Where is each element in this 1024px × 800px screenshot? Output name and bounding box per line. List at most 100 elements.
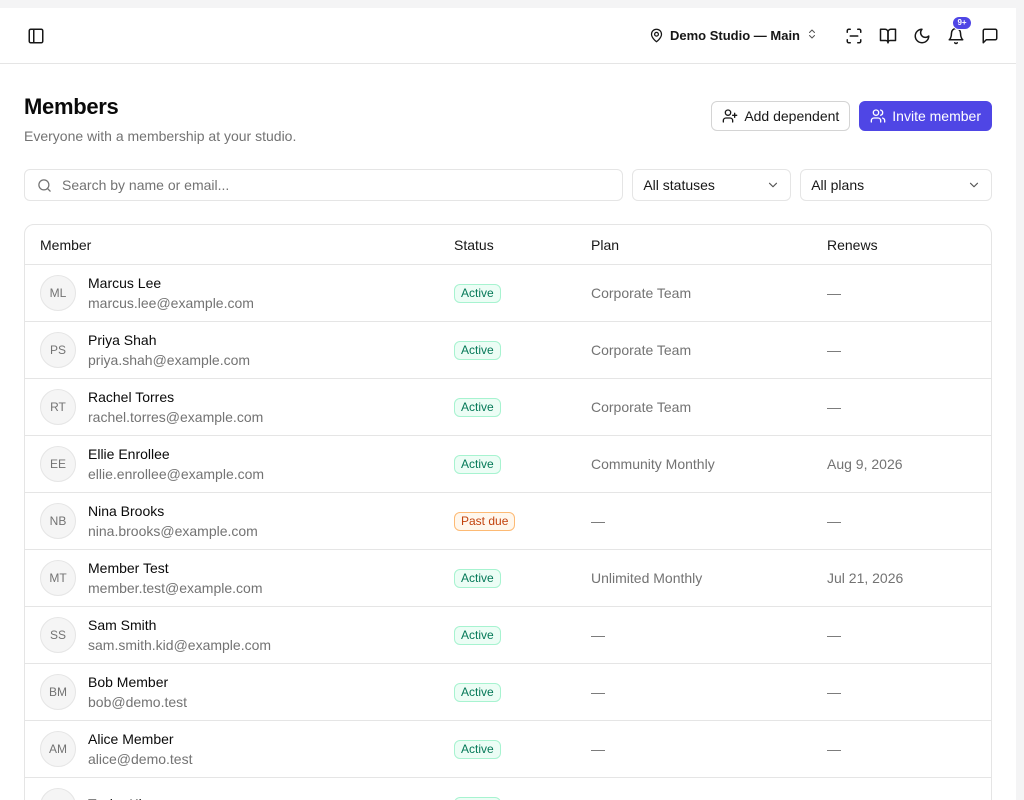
table-row[interactable]: RT Rachel Torres rachel.torres@example.c… [25,379,991,436]
renews-cell: — [827,342,841,358]
map-pin-icon [650,28,663,43]
search-box [24,169,624,201]
column-header-plan[interactable]: Plan [591,237,827,253]
search-icon [38,178,51,192]
renews-cell: — [827,627,841,643]
status-filter-select[interactable]: All statuses [632,169,792,201]
member-email: priya.shah@example.com [88,352,251,368]
studio-switcher[interactable]: Demo Studio — Main [649,28,818,43]
member-email: marcus.lee@example.com [88,295,254,311]
column-header-renews[interactable]: Renews [827,237,991,253]
member-info: Marcus Lee marcus.lee@example.com [88,275,254,311]
member-name: Rachel Torres [88,389,175,405]
scan-icon [846,28,862,43]
member-info: Bob Member bob@demo.test [88,674,187,710]
search-input[interactable] [62,177,611,193]
renews-cell: — [827,741,841,757]
table-row[interactable]: EE Ellie Enrollee ellie.enrollee@example… [25,436,991,493]
avatar: RT [40,389,76,425]
status-badge: Active [454,283,501,303]
page-subtitle: Everyone with a membership at your studi… [24,128,297,144]
member-name: Marcus Lee [88,275,162,291]
scan-button[interactable] [844,26,864,46]
member-name: Bob Member [88,674,169,690]
notifications-button[interactable]: 9+ [946,15,972,46]
member-name: Sam Smith [88,617,157,633]
table-row[interactable]: TK Taylor Kim Active [25,778,991,800]
member-cell: EE Ellie Enrollee ellie.enrollee@example… [25,446,454,482]
member-info: Ellie Enrollee ellie.enrollee@example.co… [88,446,264,482]
table-body: ML Marcus Lee marcus.lee@example.com Act… [25,265,991,800]
table-row[interactable]: PS Priya Shah priya.shah@example.com Act… [25,322,991,379]
avatar: SS [40,617,76,653]
member-info: Taylor Kim [88,796,153,800]
messages-button[interactable] [980,26,1000,46]
user-plus-icon [722,109,738,123]
table-row[interactable]: NB Nina Brooks nina.brooks@example.com P… [25,493,991,550]
member-cell: SS Sam Smith sam.smith.kid@example.com [25,617,454,653]
member-email: nina.brooks@example.com [88,523,258,539]
status-badge: Active [454,454,501,474]
member-info: Priya Shah priya.shah@example.com [88,332,250,368]
member-name: Ellie Enrollee [88,446,170,462]
plan-cell: Community Monthly [591,456,715,472]
avatar: EE [40,446,76,482]
status-badge: Past due [454,511,516,531]
avatar: NB [40,503,76,539]
table-row[interactable]: SS Sam Smith sam.smith.kid@example.com A… [25,607,991,664]
member-email: bob@demo.test [88,694,188,710]
plan-filter-select[interactable]: All plans [800,169,992,201]
member-email: rachel.torres@example.com [88,409,264,425]
add-dependent-label: Add dependent [744,108,840,124]
status-badge: Active [454,340,501,360]
status-cell: Active [454,397,591,417]
page-title: Members [24,94,119,119]
studio-name: Demo Studio — Main [670,28,800,43]
renews-cell: Aug 9, 2026 [827,456,903,472]
member-name: Nina Brooks [88,503,165,519]
table-row[interactable]: ML Marcus Lee marcus.lee@example.com Act… [25,265,991,322]
column-header-member[interactable]: Member [25,237,454,253]
member-info: Rachel Torres rachel.torres@example.com [88,389,263,425]
status-cell: Active [454,340,591,360]
invite-member-button[interactable]: Invite member [859,101,992,131]
member-cell: TK Taylor Kim [25,788,454,800]
plan-cell: — [591,684,605,700]
users-icon [870,109,886,123]
member-cell: RT Rachel Torres rachel.torres@example.c… [25,389,454,425]
table-row[interactable]: AM Alice Member alice@demo.test Active —… [25,721,991,778]
table-row[interactable]: MT Member Test member.test@example.com A… [25,550,991,607]
avatar: ML [40,275,76,311]
members-table: Member Status Plan Renews ML Marcus Lee … [24,224,992,800]
status-cell: Active [454,454,591,474]
column-header-status[interactable]: Status [454,237,591,253]
plan-filter-value: All plans [811,177,865,193]
status-badge: Active [454,568,501,588]
chevron-down-icon [969,182,979,188]
member-name: Member Test [88,560,169,576]
plan-cell: Corporate Team [591,285,692,301]
member-cell: NB Nina Brooks nina.brooks@example.com [25,503,454,539]
status-badge: Active [454,397,501,417]
member-name: Priya Shah [88,332,157,348]
chevron-down-icon [769,182,778,188]
add-dependent-button[interactable]: Add dependent [711,101,851,131]
member-info: Nina Brooks nina.brooks@example.com [88,503,258,539]
avatar: BM [40,674,76,710]
member-info: Member Test member.test@example.com [88,560,263,596]
message-square-icon [982,28,998,43]
renews-cell: — [827,285,841,301]
notifications-count-badge: 9+ [952,15,972,30]
sidebar-toggle-button[interactable] [26,26,46,46]
invite-member-label: Invite member [892,108,981,124]
table-row[interactable]: BM Bob Member bob@demo.test Active — — [25,664,991,721]
member-name: Alice Member [88,731,174,747]
theme-toggle-button[interactable] [912,26,932,46]
member-info: Alice Member alice@demo.test [88,731,192,767]
member-cell: AM Alice Member alice@demo.test [25,731,454,767]
member-cell: BM Bob Member bob@demo.test [25,674,454,710]
docs-button[interactable] [878,26,898,46]
status-cell: Active [454,625,591,645]
status-cell: Active [454,739,591,759]
status-badge: Active [454,682,501,702]
